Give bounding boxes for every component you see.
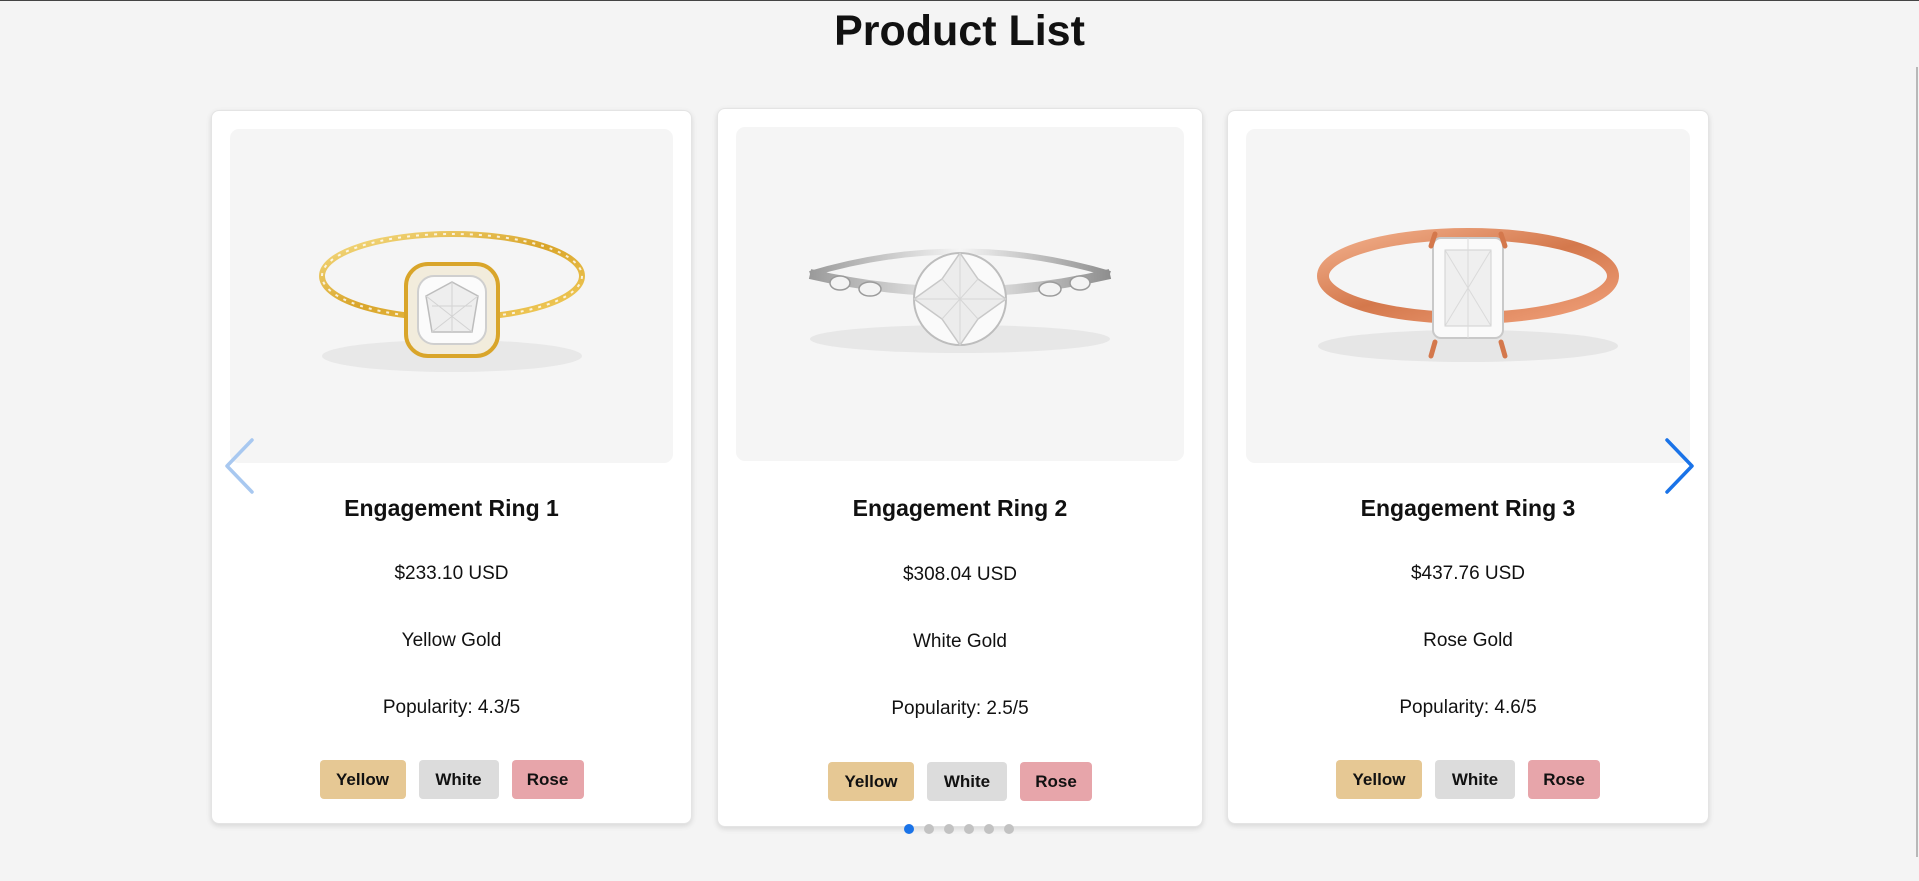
color-options: Yellow White Rose bbox=[1228, 760, 1708, 799]
rose-gold-ring-image bbox=[1317, 228, 1619, 362]
product-image[interactable] bbox=[736, 127, 1184, 461]
white-button[interactable]: White bbox=[927, 762, 1007, 801]
rose-button[interactable]: Rose bbox=[1528, 760, 1600, 799]
next-button[interactable] bbox=[1663, 437, 1697, 500]
product-card[interactable]: Engagement Ring 1 $233.10 USD Yellow Gol… bbox=[211, 110, 692, 824]
rose-button[interactable]: Rose bbox=[1020, 762, 1092, 801]
prev-button[interactable] bbox=[222, 437, 256, 500]
page-title: Product List bbox=[834, 7, 1085, 55]
pagination-dot[interactable] bbox=[944, 824, 954, 834]
chevron-right-icon bbox=[1665, 438, 1694, 494]
product-price: $308.04 USD bbox=[902, 564, 1018, 585]
pagination-dot[interactable] bbox=[964, 824, 974, 834]
product-image[interactable] bbox=[230, 129, 673, 463]
chevron-left-icon bbox=[225, 438, 254, 494]
yellow-gold-ring-image bbox=[318, 231, 585, 372]
yellow-button[interactable]: Yellow bbox=[828, 762, 914, 801]
rose-button[interactable]: Rose bbox=[511, 760, 584, 799]
product-card[interactable]: Engagement Ring 2 $308.04 USD White Gold… bbox=[717, 108, 1203, 827]
product-name[interactable]: Engagement Ring 3 bbox=[1228, 495, 1708, 522]
pagination-dot[interactable] bbox=[904, 824, 914, 834]
color-options: Yellow White Rose bbox=[212, 760, 691, 799]
product-metal: White Gold bbox=[913, 631, 1007, 652]
white-button[interactable]: White bbox=[418, 760, 499, 799]
pagination-dot[interactable] bbox=[924, 824, 934, 834]
product-popularity: Popularity: 4.6/5 bbox=[1399, 697, 1537, 718]
product-popularity: Popularity: 2.5/5 bbox=[891, 698, 1029, 719]
product-popularity: Popularity: 4.3/5 bbox=[382, 697, 521, 718]
carousel-pagination bbox=[904, 824, 1014, 834]
product-image[interactable] bbox=[1246, 129, 1690, 463]
product-name[interactable]: Engagement Ring 1 bbox=[212, 495, 691, 522]
yellow-button[interactable]: Yellow bbox=[1336, 760, 1422, 799]
color-options: Yellow White Rose bbox=[718, 762, 1202, 801]
pagination-dot[interactable] bbox=[984, 824, 994, 834]
pagination-dot[interactable] bbox=[1004, 824, 1014, 834]
product-price: $233.10 USD bbox=[394, 563, 509, 584]
product-price: $437.76 USD bbox=[1410, 563, 1526, 584]
scrollbar[interactable] bbox=[1915, 1, 1919, 881]
product-name[interactable]: Engagement Ring 2 bbox=[718, 495, 1202, 522]
white-gold-ring-image bbox=[808, 248, 1112, 353]
product-metal: Yellow Gold bbox=[401, 630, 502, 651]
white-button[interactable]: White bbox=[1435, 760, 1515, 799]
scrollbar-thumb[interactable] bbox=[1916, 67, 1918, 857]
product-metal: Rose Gold bbox=[1423, 630, 1513, 651]
yellow-button[interactable]: Yellow bbox=[319, 760, 406, 799]
product-card[interactable]: Engagement Ring 3 $437.76 USD Rose Gold … bbox=[1227, 110, 1709, 824]
